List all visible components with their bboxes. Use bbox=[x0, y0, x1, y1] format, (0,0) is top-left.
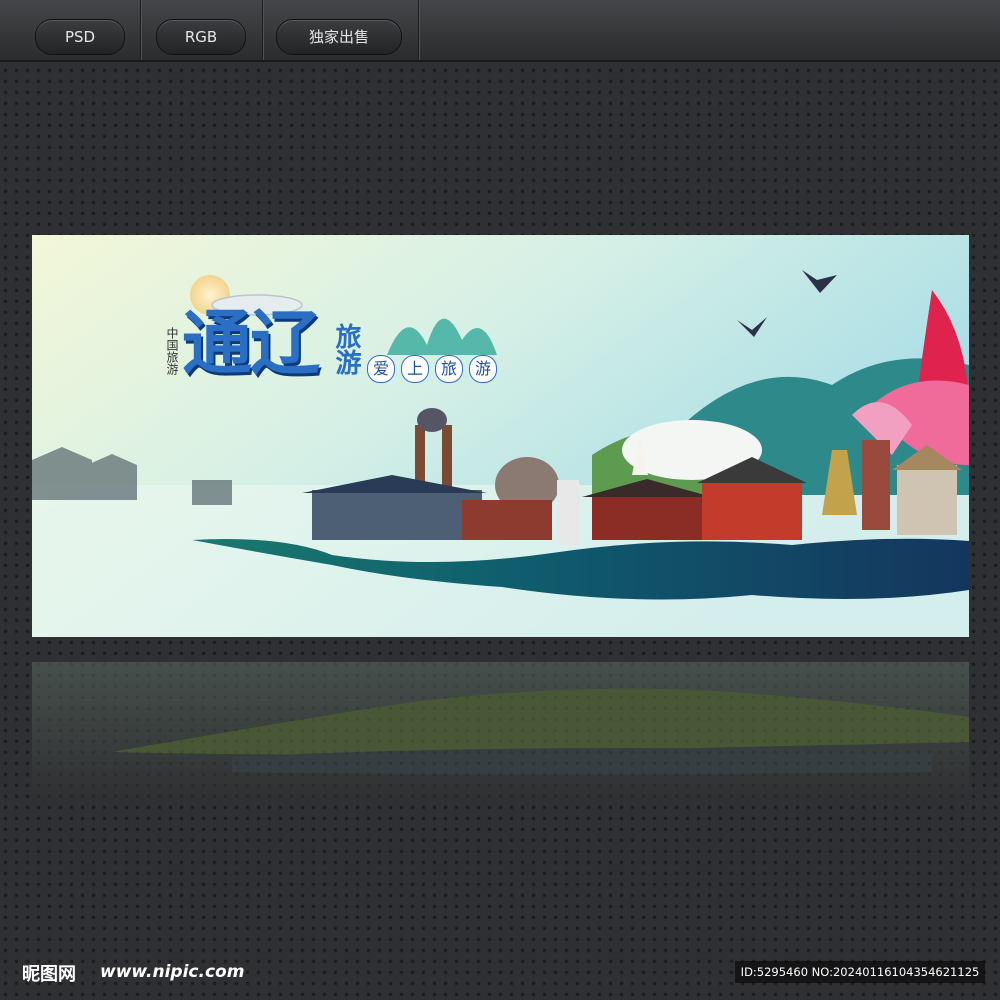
slogan-char: 上 bbox=[401, 355, 429, 383]
site-logo: 昵图网 bbox=[22, 964, 76, 985]
banner-preview: 中国旅游 通辽 旅游 爱 上 旅 游 bbox=[32, 235, 969, 637]
toolbar-cell-psd: PSD bbox=[0, 0, 141, 60]
banner-reflection bbox=[32, 662, 969, 802]
reflection-artwork bbox=[32, 662, 969, 802]
toolbar-cell-rgb: RGB bbox=[140, 0, 263, 60]
banner-title: 通辽 bbox=[182, 302, 320, 384]
slogan-char: 爱 bbox=[367, 355, 395, 383]
site-url: www.nipic.com bbox=[100, 962, 245, 982]
tab-rgb[interactable]: RGB bbox=[156, 19, 246, 55]
banner-subtitle: 旅游 bbox=[331, 323, 361, 375]
top-toolbar: PSD RGB 独家出售 bbox=[0, 0, 1000, 62]
side-label-china-travel: 中国旅游 bbox=[165, 327, 179, 375]
toolbar-cell-exclusive: 独家出售 bbox=[262, 0, 419, 60]
tab-psd[interactable]: PSD bbox=[35, 19, 125, 55]
slogan-char: 游 bbox=[469, 355, 497, 383]
tab-exclusive-sale[interactable]: 独家出售 bbox=[276, 19, 402, 55]
slogan-char: 旅 bbox=[435, 355, 463, 383]
image-id-label: ID:5295460 NO:20240116104354621125 bbox=[735, 961, 985, 983]
slogan-group: 爱 上 旅 游 bbox=[367, 355, 507, 383]
banner-artwork bbox=[32, 235, 969, 637]
